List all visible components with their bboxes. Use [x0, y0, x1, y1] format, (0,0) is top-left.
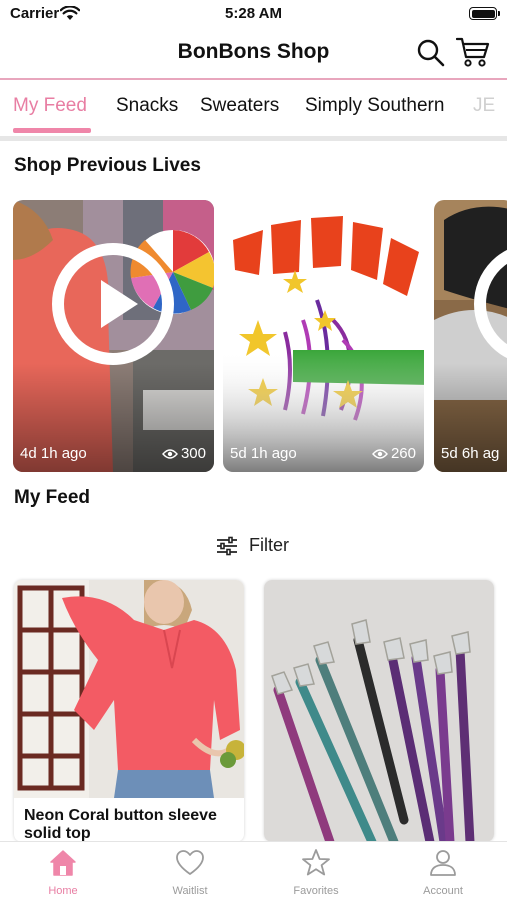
search-icon[interactable]	[416, 38, 446, 68]
play-button[interactable]	[52, 243, 174, 365]
tab-simply-southern[interactable]: Simply Southern	[305, 95, 444, 117]
filter-button[interactable]: Filter	[0, 532, 507, 560]
tabs-divider	[0, 136, 507, 141]
heart-icon	[176, 850, 204, 875]
view-count: 300	[162, 445, 206, 462]
view-count-value: 300	[180, 445, 206, 462]
product-card[interactable]	[264, 580, 494, 842]
live-video-card[interactable]: 5d 1h ago 260	[223, 200, 424, 472]
status-bar: Carrier 5:28 AM	[0, 0, 507, 30]
nav-bar: BonBons Shop	[0, 30, 507, 78]
play-icon	[101, 280, 138, 328]
tab-home[interactable]: Home	[0, 842, 126, 900]
person-icon	[430, 850, 456, 876]
previous-lives-heading: Shop Previous Lives	[14, 155, 201, 176]
eye-icon	[372, 448, 388, 459]
product-card[interactable]: Neon Coral button sleeve solid top	[14, 580, 244, 842]
tab-snacks[interactable]: Snacks	[116, 95, 178, 117]
product-image	[264, 580, 494, 842]
live-thumbnail	[223, 200, 424, 472]
cart-icon[interactable]	[456, 36, 490, 68]
tab-favorites-label: Favorites	[293, 885, 339, 897]
view-count-value: 260	[390, 445, 416, 462]
battery-icon	[469, 7, 500, 20]
tab-account-label: Account	[423, 885, 463, 897]
star-icon	[302, 849, 330, 876]
view-count: 260	[372, 445, 416, 462]
sliders-icon	[217, 536, 237, 556]
home-icon	[50, 850, 76, 876]
live-time-ago: 5d 1h ago	[230, 445, 297, 462]
tab-je[interactable]: JE	[473, 95, 495, 117]
live-time-ago: 4d 1h ago	[20, 445, 87, 462]
eye-icon	[162, 448, 178, 459]
bottom-tab-bar: Home Waitlist Favorites Account	[0, 841, 507, 900]
live-video-card[interactable]: 5d 6h ag	[434, 200, 507, 472]
product-image	[14, 580, 244, 798]
my-feed-heading: My Feed	[14, 487, 91, 508]
active-tab-indicator	[13, 128, 91, 133]
tab-favorites[interactable]: Favorites	[253, 842, 379, 900]
live-video-card[interactable]: 4d 1h ago 300	[13, 200, 214, 472]
tab-my-feed[interactable]: My Feed	[13, 95, 87, 117]
filter-label: Filter	[249, 535, 289, 555]
tab-waitlist-label: Waitlist	[172, 885, 208, 897]
tab-sweaters[interactable]: Sweaters	[200, 95, 279, 117]
category-tabs: My Feed Snacks Sweaters Simply Southern …	[0, 80, 507, 136]
tab-account[interactable]: Account	[380, 842, 506, 900]
live-time-ago: 5d 6h ag	[441, 445, 500, 462]
product-name: Neon Coral button sleeve solid top	[24, 807, 217, 842]
tab-home-label: Home	[48, 885, 78, 897]
tab-waitlist[interactable]: Waitlist	[127, 842, 253, 900]
status-time: 5:28 AM	[225, 5, 282, 22]
